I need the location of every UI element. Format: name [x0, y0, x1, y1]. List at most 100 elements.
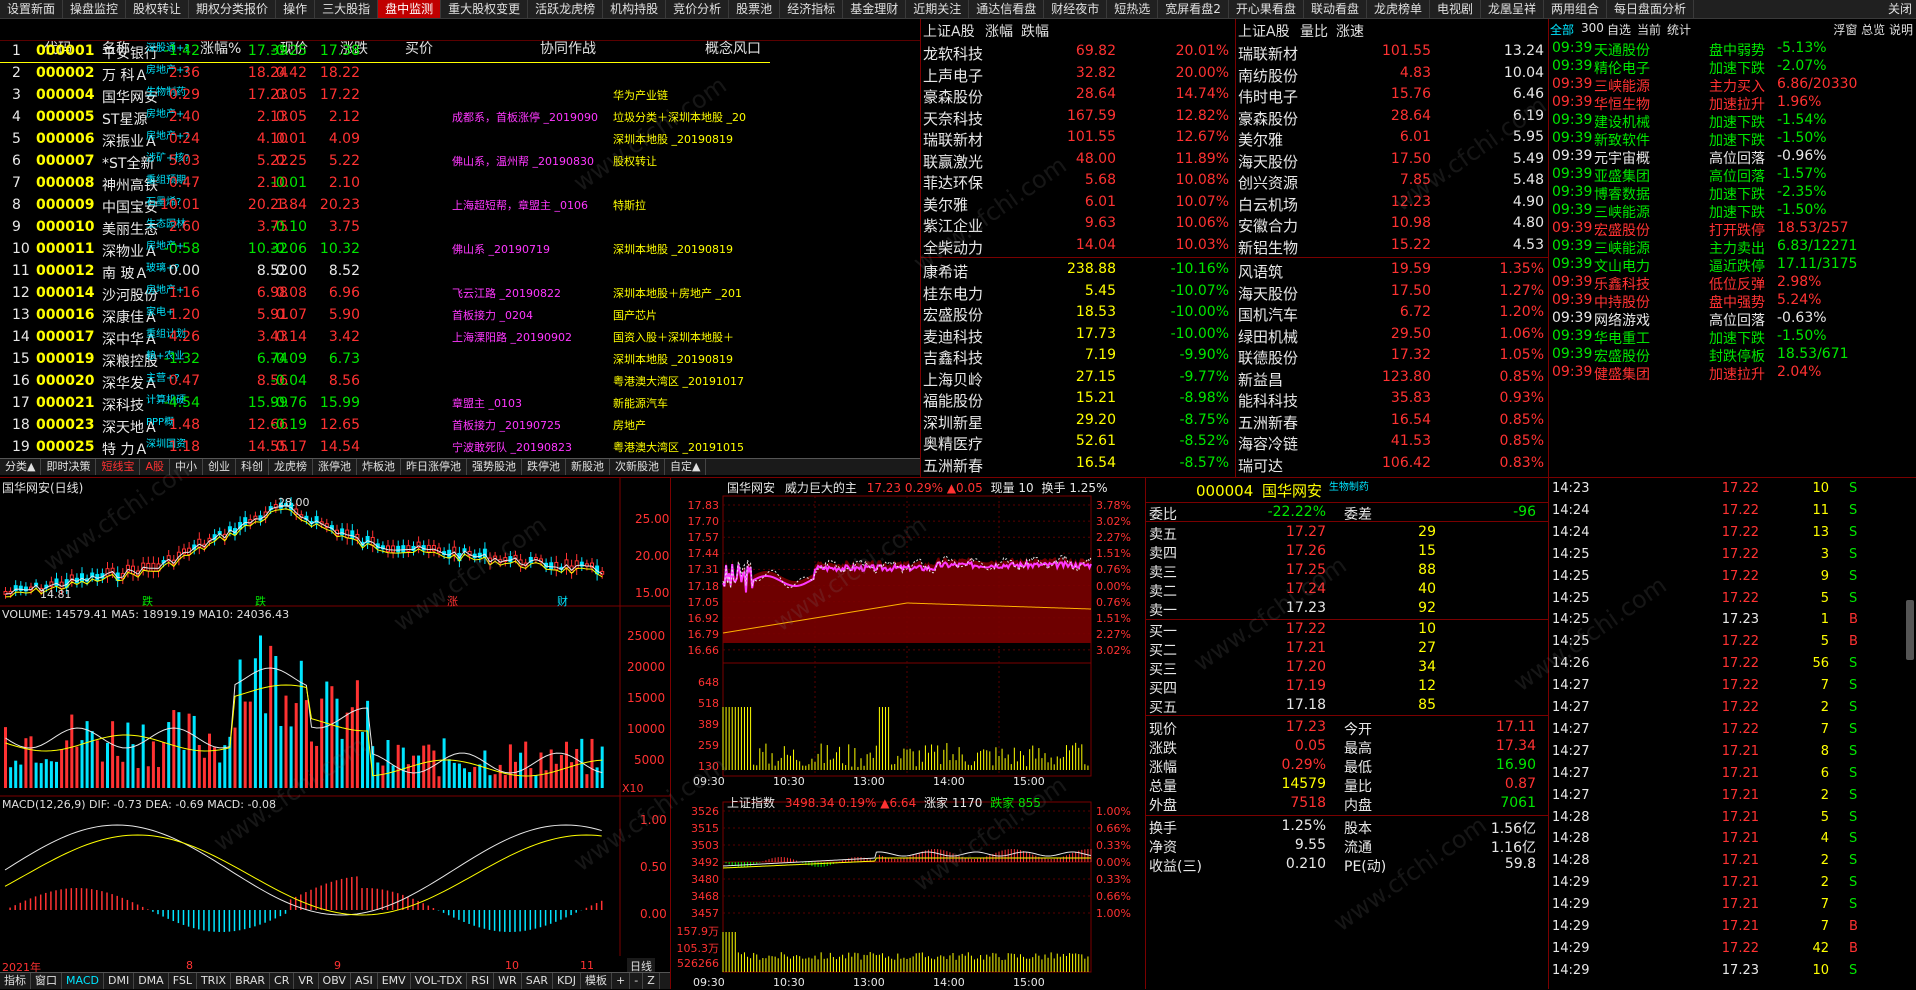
category-tab[interactable]: 分类▲ [0, 459, 42, 475]
category-tab[interactable]: 自定▲ [665, 459, 707, 475]
menu-item[interactable]: 操盘监控 [63, 0, 127, 18]
menu-item[interactable]: 宽屏看盘2 [1158, 0, 1229, 18]
ask-row[interactable]: 卖四 17.26 15 [1146, 542, 1549, 562]
ranking-row[interactable]: 国机汽车 6.72 1.20% [1236, 302, 1549, 324]
ranking-row[interactable]: 康希诺 238.88 -10.16% [921, 259, 1236, 281]
ranking-row[interactable]: 安徽合力 10.98 4.80 [1236, 213, 1549, 235]
ranking-row[interactable]: 瑞可达 106.42 0.83% [1236, 453, 1549, 475]
ranking-row[interactable]: 麦迪科技 17.73 -10.00% [921, 324, 1236, 346]
indicator-tab[interactable]: VR [294, 973, 319, 989]
indicator-tab[interactable]: RSI [467, 973, 495, 989]
category-tab[interactable]: 跌停池 [522, 459, 566, 475]
ranking-row[interactable]: 绿田机械 29.50 1.06% [1236, 324, 1549, 346]
menu-item[interactable]: 股权转让 [126, 0, 190, 18]
indicator-tab[interactable]: BRAR [231, 973, 271, 989]
stock-row[interactable]: 11 000012 南 玻Ａ 玻璃+? 0.00 8.52 0.00 8.52 [0, 261, 920, 283]
stock-row[interactable]: 1 000001 平安银行 深股通+? -1.42 17.39 -0.25 17.38 [0, 41, 920, 63]
indicator-control[interactable]: Z [643, 973, 660, 989]
stock-row[interactable]: 7 000008 神州高铁 重组预期 0.47 2.10 -0.01 2.10 [0, 173, 920, 195]
ranking-row[interactable]: 联德股份 17.32 1.05% [1236, 345, 1549, 367]
tick-row[interactable]: 14:29 17.21 2 S [1549, 872, 1904, 894]
bid-row[interactable]: 买二 17.21 27 [1146, 639, 1549, 659]
tick-row[interactable]: 14:27 17.21 8 S [1549, 741, 1904, 763]
ranking-row[interactable]: 新铝生物 15.22 4.53 [1236, 235, 1549, 257]
menu-item[interactable]: 龙虎榜单 [1367, 0, 1430, 18]
ranking-row[interactable]: 海天股份 17.50 5.49 [1236, 149, 1549, 171]
tick-row[interactable]: 14:25 17.22 5 S [1549, 588, 1904, 610]
stock-row[interactable]: 13 000016 深康佳Ａ 家电+ 1.20 5.91 0.07 5.90 首板接力 _020… [0, 305, 920, 327]
tick-row[interactable]: 14:29 17.21 7 B [1549, 916, 1904, 938]
menu-item[interactable]: 盘中监测 [378, 0, 442, 18]
tick-row[interactable]: 14:26 17.22 56 S [1549, 653, 1904, 675]
indicator-tab[interactable]: DMI [104, 973, 135, 989]
indicator-control[interactable]: + [612, 973, 631, 989]
menu-item[interactable]: 活跃龙虎榜 [528, 0, 604, 18]
menu-item[interactable]: 近期关注 [906, 0, 970, 18]
gainers-tab-up[interactable]: 涨幅 [985, 21, 1013, 41]
ranking-row[interactable]: 风语筑 19.59 1.35% [1236, 259, 1549, 281]
ask-row[interactable]: 卖三 17.25 88 [1146, 561, 1549, 581]
tick-row[interactable]: 14:29 17.21 7 S [1549, 894, 1904, 916]
menu-item[interactable]: 操作 [276, 0, 316, 18]
menu-item[interactable]: 电视剧 [1430, 0, 1481, 18]
stock-row[interactable]: 4 000005 ST星源 房地产+ 2.40 2.13 0.05 2.12 成都系，首板涨停 … [0, 107, 920, 129]
stock-row[interactable]: 16 000020 深华发Ａ 主营+? 0.47 8.56 -0.04 8.56 粤港澳大湾区 … [0, 371, 920, 393]
ranking-row[interactable]: 菲达环保 5.68 10.08% [921, 170, 1236, 192]
indicator-control[interactable]: 模板 [581, 973, 612, 989]
bid-row[interactable]: 买三 17.20 34 [1146, 658, 1549, 678]
ranking-row[interactable]: 海天股份 17.50 1.27% [1236, 281, 1549, 303]
stock-row[interactable]: 18 000023 深天地Ａ PPP概 1.48 12.66 -0.19 12.65 首板接力 … [0, 415, 920, 437]
ranking-row[interactable]: 新益昌 123.80 0.85% [1236, 367, 1549, 389]
tick-row[interactable]: 14:25 17.23 1 B [1549, 609, 1904, 631]
stock-row[interactable]: 8 000009 中国宝安 石墨烯? 10.01 20.23 1.84 20.23 上海超短帮，… [0, 195, 920, 217]
indicator-tab[interactable]: MACD [62, 973, 104, 989]
menu-item[interactable]: 重大股权变更 [441, 0, 529, 18]
tick-row[interactable]: 14:27 17.21 2 S [1549, 785, 1904, 807]
category-tab[interactable]: 中小 [170, 459, 203, 475]
kline-svg[interactable] [0, 478, 670, 973]
ranking-row[interactable]: 桂东电力 5.45 -10.07% [921, 281, 1236, 303]
tick-row[interactable]: 14:27 17.22 7 S [1549, 675, 1904, 697]
stock-row[interactable]: 14 000017 深中华Ａ 重组计划 4.26 3.43 0.14 3.42 上海溧阳路 _2… [0, 327, 920, 349]
ranking-row[interactable]: 能科科技 35.83 0.93% [1236, 388, 1549, 410]
ask-row[interactable]: 卖二 17.24 40 [1146, 580, 1549, 600]
alerts-header-right[interactable]: 浮窗 总览 说明 [1833, 21, 1913, 38]
intraday-svg[interactable] [671, 478, 1146, 990]
ranking-row[interactable]: 吉鑫科技 7.19 -9.90% [921, 345, 1236, 367]
ranking-row[interactable]: 天奈科技 167.59 12.82% [921, 106, 1236, 128]
tick-row[interactable]: 14:27 17.22 7 S [1549, 719, 1904, 741]
indicator-control[interactable]: - [630, 973, 644, 989]
menu-item[interactable]: 财经夜市 [1044, 0, 1108, 18]
category-tab[interactable]: 强势股池 [467, 459, 522, 475]
menu-item[interactable]: 机构持股 [603, 0, 667, 18]
category-tab[interactable]: 次新股池 [610, 459, 665, 475]
menu-item[interactable]: 开心果看盘 [1229, 0, 1304, 18]
ranking-row[interactable]: 上海贝岭 27.15 -9.77% [921, 367, 1236, 389]
ranking-row[interactable]: 龙软科技 69.82 20.01% [921, 41, 1236, 63]
menu-item[interactable]: 设置新面 [0, 0, 64, 18]
ranking-row[interactable]: 紫江企业 9.63 10.06% [921, 213, 1236, 235]
bid-row[interactable]: 买四 17.19 12 [1146, 677, 1549, 697]
tick-row[interactable]: 14:29 17.22 42 B [1549, 938, 1904, 960]
menu-item[interactable]: 通达信看盘 [969, 0, 1045, 18]
stock-row[interactable]: 19 000025 特 力Ａ 深圳国资 1.18 14.55 0.17 14.54 宁波敢死队 … [0, 437, 920, 459]
indicator-tab[interactable]: 指标 [0, 973, 31, 989]
ask-row[interactable]: 卖一 17.23 92 [1146, 599, 1549, 619]
speed-tab[interactable]: 涨速 [1336, 21, 1364, 41]
ranking-row[interactable]: 宏盛股份 18.53 -10.00% [921, 302, 1236, 324]
tick-row[interactable]: 14:27 17.21 6 S [1549, 763, 1904, 785]
alerts-tab-300[interactable]: 300 [1581, 21, 1604, 35]
menu-item[interactable]: 股票池 [729, 0, 781, 18]
stock-row[interactable]: 9 000010 美丽生态 生态园林 2.60 3.75 -0.10 3.75 [0, 217, 920, 239]
category-tab[interactable]: 新股池 [566, 459, 610, 475]
ranking-row[interactable]: 豪森股份 28.64 6.19 [1236, 106, 1549, 128]
tick-row[interactable]: 14:28 17.21 5 S [1549, 807, 1904, 829]
category-tab[interactable]: 创业 [203, 459, 236, 475]
tick-row[interactable]: 14:28 17.21 2 S [1549, 850, 1904, 872]
ranking-row[interactable]: 美尔雅 6.01 5.95 [1236, 127, 1549, 149]
menu-item[interactable]: 两用组合 [1544, 0, 1608, 18]
gainers-tab-down[interactable]: 跌幅 [1021, 21, 1049, 41]
menu-item[interactable]: 经济指标 [780, 0, 844, 18]
stock-row[interactable]: 15 000019 深粮控股 粮+农业 -1.32 6.74 -0.09 6.73 深圳本地股 … [0, 349, 920, 371]
category-tab[interactable]: 龙虎榜 [269, 459, 313, 475]
